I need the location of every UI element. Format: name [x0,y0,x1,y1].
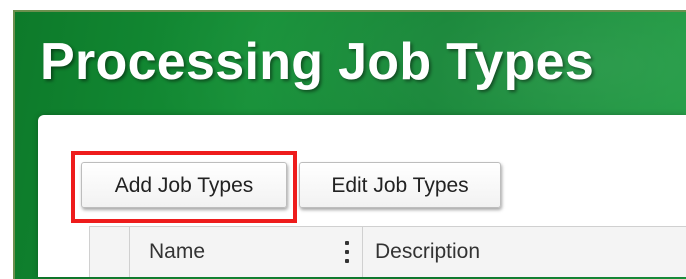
page-title: Processing Job Types [40,33,595,91]
app-window: Processing Job Types Add Job Types Edit … [0,0,686,279]
column-header-description-label: Description [375,240,481,263]
grid-header: Name Description [89,226,686,277]
column-header-name[interactable]: Name [130,227,363,277]
column-header-description[interactable]: Description [363,227,686,277]
column-header-name-label: Name [149,240,206,263]
edit-job-types-button[interactable]: Edit Job Types [299,162,501,208]
kebab-menu-icon[interactable] [344,241,350,263]
column-header-select[interactable] [90,227,130,277]
add-job-types-button[interactable]: Add Job Types [81,162,287,208]
top-strip [0,0,686,10]
content-panel: Add Job Types Edit Job Types Name Descri… [38,115,686,277]
